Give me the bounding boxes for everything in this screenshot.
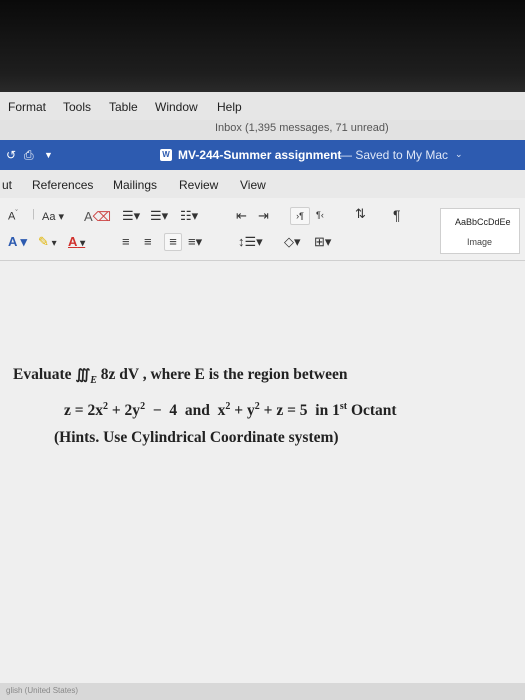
style-gallery[interactable]: AaBbCcDdEe Image <box>440 208 520 254</box>
justify-icon[interactable]: ≡▾ <box>188 234 202 250</box>
document-title: MV-244-Summer assignment <box>178 148 342 162</box>
highlight-icon[interactable]: ✎ ▾ <box>38 234 57 250</box>
style-preview: AaBbCcDdEe <box>455 217 511 227</box>
eq-part-5: + z = 5 in 1 <box>259 402 340 420</box>
document-canvas[interactable]: Evaluate ∭E 8z dV , where E is the regio… <box>0 261 525 700</box>
tab-view[interactable]: View <box>240 178 266 192</box>
triple-integral-symbol: ∭ <box>75 368 91 383</box>
tab-review[interactable]: Review <box>179 178 218 192</box>
eq-part-6: Octant <box>347 402 397 420</box>
borders-icon[interactable]: ⊞▾ <box>314 234 331 250</box>
align-right-icon[interactable]: ≡ <box>164 233 182 251</box>
region-subscript: E <box>90 375 97 387</box>
customize-toolbar-icon[interactable]: ▼ <box>44 150 53 160</box>
menu-bar: Format Tools Table Window Help <box>0 92 525 120</box>
word-doc-icon: W <box>160 149 172 161</box>
saved-status[interactable]: — Saved to My Mac <box>340 148 448 162</box>
eq-part-2: + 2y <box>107 402 141 420</box>
show-formatting-icon[interactable]: ¶ <box>393 207 401 223</box>
style-name: Image <box>467 237 493 247</box>
bullets-icon[interactable]: ☰▾ <box>122 208 140 224</box>
ordinal-suffix: st <box>339 401 348 412</box>
change-case-label: Aa <box>42 211 56 223</box>
tab-layout[interactable]: ut <box>2 178 12 192</box>
menu-format[interactable]: Format <box>8 100 46 114</box>
rtl-paragraph-icon[interactable]: ¶‹ <box>316 210 324 220</box>
align-left-icon[interactable]: ≡ <box>122 234 130 249</box>
text-effects-icon[interactable]: A ▾ <box>8 234 27 250</box>
shrink-font-icon[interactable]: Aˇ <box>8 210 18 223</box>
eq-part-1: z = 2x <box>64 402 103 420</box>
screen-bezel <box>0 0 525 92</box>
chevron-down-icon[interactable]: ⌄ <box>455 149 463 160</box>
menu-table[interactable]: Table <box>109 100 138 114</box>
status-bar: glish (United States) <box>0 683 525 700</box>
multilevel-list-icon[interactable]: ☷▾ <box>180 208 198 224</box>
align-center-icon[interactable]: ≡ <box>144 234 152 249</box>
eq-part-4: + y <box>230 402 255 420</box>
ltr-paragraph-icon[interactable]: ›¶ <box>290 207 310 225</box>
problem-line-2: z = 2x2 + 2y2 − 4 and x2 + y2 + z = 5 in… <box>64 401 397 420</box>
mail-status-text: Inbox (1,395 messages, 71 unread) <box>215 122 389 134</box>
divider: | <box>32 208 35 220</box>
mail-status-bar: Inbox (1,395 messages, 71 unread) <box>0 120 525 140</box>
sort-icon[interactable]: ⇅ <box>355 206 366 222</box>
increase-indent-icon[interactable]: ⇥ <box>258 208 269 224</box>
tab-references[interactable]: References <box>32 178 93 192</box>
line-spacing-icon[interactable]: ↕☰▾ <box>238 234 263 250</box>
menu-tools[interactable]: Tools <box>63 100 91 114</box>
eq-part-3: − 4 and x <box>145 402 226 420</box>
menu-help[interactable]: Help <box>217 100 242 114</box>
ribbon-tabs: ut References Mailings Review View <box>0 170 525 198</box>
clear-formatting-icon[interactable]: A⌫ <box>84 209 111 225</box>
language-status[interactable]: glish (United States) <box>6 686 78 695</box>
hint-line: (Hints. Use Cylindrical Coordinate syste… <box>54 429 339 446</box>
print-icon[interactable]: ⎙ <box>24 148 34 163</box>
undo-icon[interactable]: ↺ <box>6 148 16 162</box>
shading-icon[interactable]: ◇▾ <box>284 234 301 250</box>
change-case-button[interactable]: Aa ▾ <box>42 210 64 223</box>
title-bar: ↺ ⎙ ▼ W MV-244-Summer assignment — Saved… <box>0 140 525 170</box>
ribbon-toolbar: Aˇ | Aa ▾ A⌫ ☰▾ ☰▾ ☷▾ ⇤ ⇥ ›¶ ¶‹ ⇅ ¶ A ▾ … <box>0 198 525 261</box>
evaluate-text: Evaluate <box>13 366 72 383</box>
integrand-text: 8z dV , <box>100 366 147 383</box>
decrease-indent-icon[interactable]: ⇤ <box>236 208 247 224</box>
numbering-icon[interactable]: ☰▾ <box>150 208 168 224</box>
menu-window[interactable]: Window <box>155 100 198 114</box>
font-color-icon[interactable]: A ▾ <box>68 234 85 249</box>
region-text: where E is the region between <box>150 366 348 383</box>
tab-mailings[interactable]: Mailings <box>113 178 157 192</box>
problem-line-1: Evaluate ∭E 8z dV , where E is the regio… <box>13 366 348 386</box>
